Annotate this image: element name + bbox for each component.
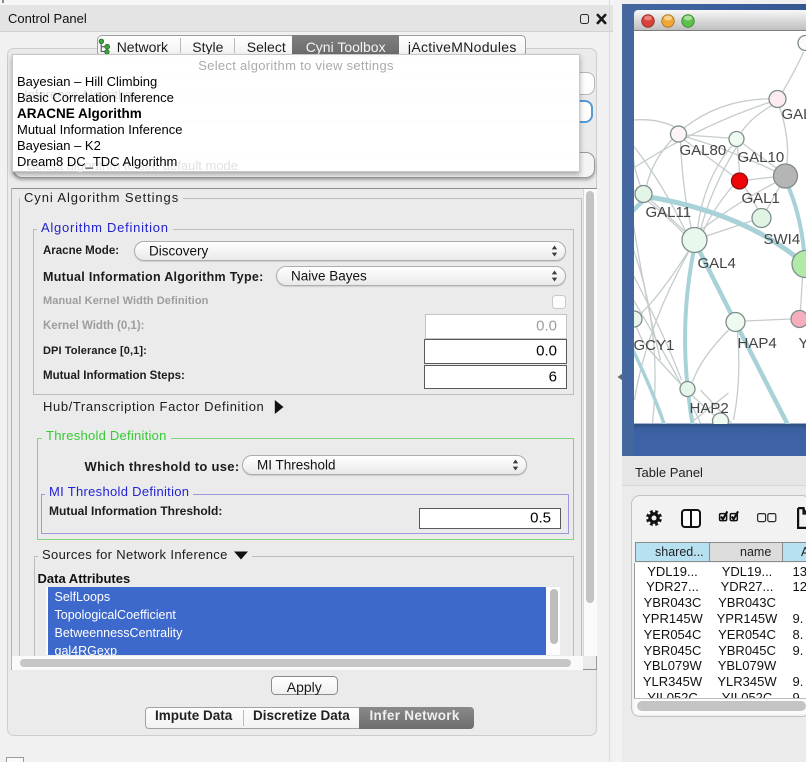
svg-text:GAL: GAL: [781, 106, 806, 123]
svg-text:GAL80: GAL80: [679, 142, 726, 159]
svg-text:GAL11: GAL11: [645, 204, 691, 221]
svg-text:Y: Y: [798, 335, 806, 352]
svg-text:HAP4: HAP4: [737, 335, 776, 352]
svg-text:SWI4: SWI4: [763, 231, 800, 248]
svg-text:GAL10: GAL10: [737, 149, 784, 166]
svg-text:HAP2: HAP2: [689, 400, 728, 417]
svg-text:GCY1: GCY1: [634, 337, 674, 354]
svg-text:GAL4: GAL4: [697, 255, 735, 272]
svg-text:GAL1: GAL1: [741, 190, 779, 207]
